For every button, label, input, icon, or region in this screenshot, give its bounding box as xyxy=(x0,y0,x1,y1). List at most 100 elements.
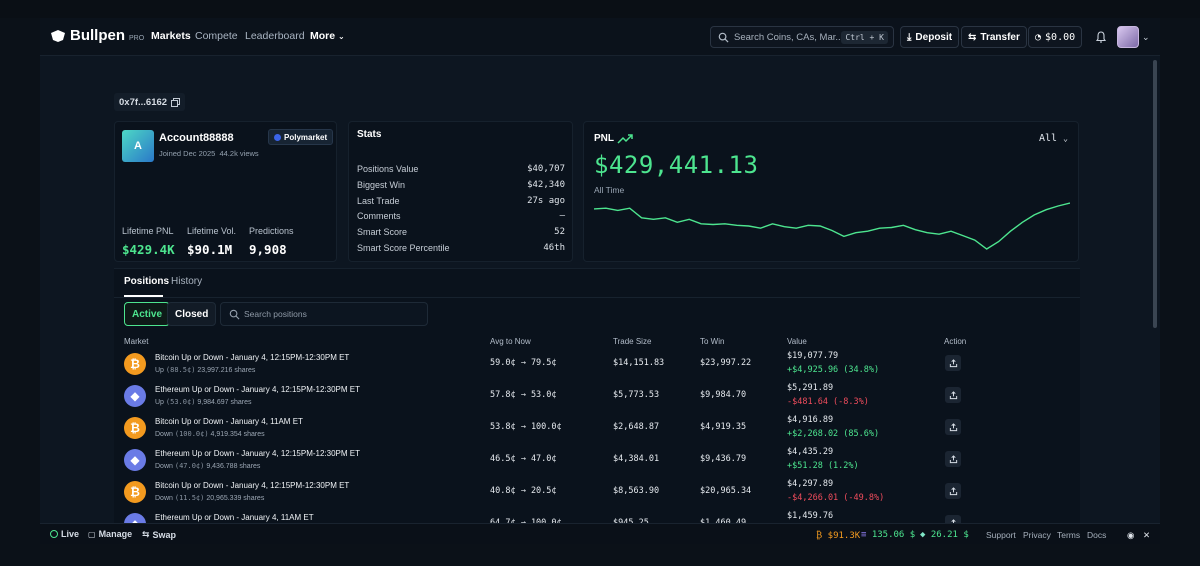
user-avatar[interactable] xyxy=(1117,26,1139,48)
trade-size: $2,648.87 xyxy=(613,422,660,432)
pnl-amount: $429,441.13 xyxy=(594,151,759,179)
frame-right xyxy=(1160,18,1200,544)
position-price: (88.5¢) xyxy=(165,366,196,374)
balance-button[interactable]: ◔ $0.00 xyxy=(1028,26,1083,48)
share-button[interactable] xyxy=(945,355,961,371)
solana-icon: ≡ xyxy=(861,530,867,540)
predictions-value: 9,908 xyxy=(249,242,287,257)
col-header-to-win[interactable]: To Win xyxy=(700,337,724,346)
market-title[interactable]: Bitcoin Up or Down - January 4, 12:15PM-… xyxy=(155,481,349,490)
market-title[interactable]: Ethereum Up or Down - January 4, 12:15PM… xyxy=(155,385,360,394)
position-side: Down xyxy=(155,431,173,438)
stat-row-smart-score-percentile: Smart Score Percentile 46th xyxy=(357,243,565,253)
wallet-address-chip[interactable]: 0x7f...6162 xyxy=(114,93,186,111)
bitcoin-icon: ₿ xyxy=(124,353,146,375)
position-row[interactable]: ◆ Ethereum Up or Down - January 4, 12:15… xyxy=(114,381,1080,413)
nav-link-more-label: More xyxy=(310,30,336,42)
col-header-trade-size[interactable]: Trade Size xyxy=(613,337,651,346)
swap-button[interactable]: ⇆ Swap xyxy=(142,529,176,540)
market-title[interactable]: Bitcoin Up or Down - January 4, 12:15PM-… xyxy=(155,353,349,362)
btc-ticker[interactable]: ₿ $91.3K xyxy=(816,530,860,541)
position-shares: 20,965.339 shares xyxy=(206,495,265,502)
pnl-range-selector[interactable]: All ⌄ xyxy=(1039,133,1068,144)
to-win: $9,436.79 xyxy=(700,454,747,464)
lifetime-vol-label: Lifetime Vol. xyxy=(187,226,237,236)
position-shares: 9,436.788 shares xyxy=(206,463,261,470)
avg-to-now: 59.0¢ → 79.5¢ xyxy=(490,358,557,368)
deposit-label: Deposit xyxy=(915,31,953,43)
lifetime-pnl-label: Lifetime PNL xyxy=(122,226,174,236)
positions-search-placeholder: Search positions xyxy=(244,309,307,319)
stats-title: Stats xyxy=(357,129,382,140)
col-header-market[interactable]: Market xyxy=(124,337,148,346)
market-title[interactable]: Ethereum Up or Down - January 4, 11AM ET xyxy=(155,513,314,522)
hype-ticker[interactable]: ◆ 26.21 $ xyxy=(920,530,969,540)
position-shares: 4,919.354 shares xyxy=(210,431,265,438)
position-row[interactable]: ₿ Bitcoin Up or Down - January 4, 12:15P… xyxy=(114,477,1080,509)
to-win: $4,919.35 xyxy=(700,422,747,432)
position-row[interactable]: ◆ Ethereum Up or Down - January 4, 12:15… xyxy=(114,445,1080,477)
position-price: (100.0¢) xyxy=(174,430,209,438)
share-button[interactable] xyxy=(945,451,961,467)
trend-up-icon xyxy=(617,134,633,144)
position-side: Down xyxy=(155,495,173,502)
position-side: Down xyxy=(155,463,173,470)
position-change: +$4,925.96 (34.8%) xyxy=(787,365,880,375)
avg-to-now: 57.8¢ → 53.0¢ xyxy=(490,390,557,400)
manage-label: Manage xyxy=(98,529,133,539)
filter-active-button[interactable]: Active xyxy=(124,302,171,326)
share-icon xyxy=(949,358,957,367)
pnl-range-label: All Time xyxy=(594,185,625,195)
nav-link-markets[interactable]: Markets xyxy=(151,30,191,42)
position-shares: 9,984.697 shares xyxy=(197,399,252,406)
position-change: -$481.64 (-8.3%) xyxy=(787,397,869,407)
nav-link-more[interactable]: More ⌄ xyxy=(310,30,345,42)
transfer-button[interactable]: ⇆ Transfer xyxy=(961,26,1027,48)
x-twitter-icon[interactable]: ✕ xyxy=(1143,530,1150,541)
share-icon xyxy=(949,486,957,495)
share-button[interactable] xyxy=(945,419,961,435)
page-scrollbar[interactable] xyxy=(1153,60,1157,328)
col-header-value[interactable]: Value xyxy=(787,337,807,346)
position-price: (11.5¢) xyxy=(174,494,205,502)
nav-link-compete[interactable]: Compete xyxy=(195,30,238,42)
footer-link-docs[interactable]: Docs xyxy=(1087,530,1106,540)
stat-value: 52 xyxy=(554,227,565,237)
chevron-down-icon[interactable]: ⌄ xyxy=(1142,32,1150,43)
col-header-avg-to-now[interactable]: Avg to Now xyxy=(490,337,531,346)
discord-icon[interactable]: ◉ xyxy=(1127,530,1134,541)
live-dot-icon xyxy=(50,530,58,538)
global-search-input[interactable]: Search Coins, CAs, Mar... Ctrl + K xyxy=(710,26,894,48)
transfer-icon: ⇆ xyxy=(968,31,977,43)
tab-history[interactable]: History xyxy=(171,276,202,287)
footer-link-support[interactable]: Support xyxy=(986,530,1016,540)
logo[interactable]: Bullpen PRO xyxy=(50,27,144,44)
stat-row-biggest-win: Biggest Win $42,340 xyxy=(357,180,565,190)
positions-search-input[interactable]: Search positions xyxy=(220,302,428,326)
chevron-down-icon: ⌄ xyxy=(1063,134,1068,143)
position-row[interactable]: ₿ Bitcoin Up or Down - January 4, 11AM E… xyxy=(114,413,1080,445)
manage-button[interactable]: ▢ Manage xyxy=(88,529,132,539)
share-button[interactable] xyxy=(945,483,961,499)
deposit-button[interactable]: ⤓ Deposit xyxy=(900,26,960,48)
share-button[interactable] xyxy=(945,387,961,403)
footer-link-terms[interactable]: Terms xyxy=(1057,530,1080,540)
bell-icon[interactable] xyxy=(1094,30,1108,44)
market-title[interactable]: Bitcoin Up or Down - January 4, 11AM ET xyxy=(155,417,303,426)
filter-closed-button[interactable]: Closed xyxy=(167,302,217,326)
market-title[interactable]: Ethereum Up or Down - January 4, 12:15PM… xyxy=(155,449,360,458)
sol-ticker[interactable]: ≡ 135.06 $ xyxy=(861,530,915,540)
tab-positions[interactable]: Positions xyxy=(124,276,169,287)
account-avatar: A xyxy=(122,130,154,162)
app-window: Bullpen PRO Markets Compete Leaderboard … xyxy=(40,18,1160,544)
footer-link-privacy[interactable]: Privacy xyxy=(1023,530,1051,540)
nav-link-leaderboard[interactable]: Leaderboard xyxy=(245,30,305,42)
position-value: $19,077.79 xyxy=(787,351,839,361)
position-price: (47.0¢) xyxy=(174,462,205,470)
copy-icon[interactable] xyxy=(171,97,181,107)
live-indicator[interactable]: Live xyxy=(50,529,79,539)
search-icon xyxy=(718,32,729,43)
position-row[interactable]: ₿ Bitcoin Up or Down - January 4, 12:15P… xyxy=(114,349,1080,381)
market-subtitle: Up (88.5¢) 23,997.216 shares xyxy=(155,366,255,374)
stat-label: Smart Score xyxy=(357,227,408,237)
